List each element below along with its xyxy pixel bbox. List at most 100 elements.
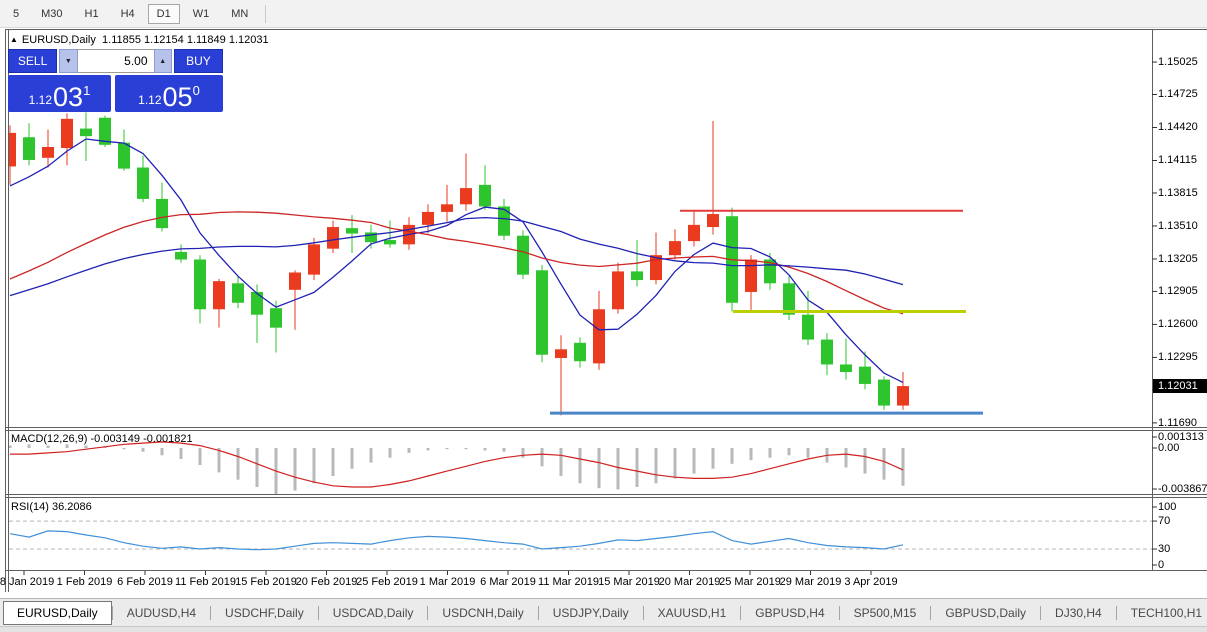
macd-bar: [236, 448, 240, 480]
macd-bar: [540, 448, 544, 467]
macd-bar: [901, 448, 905, 486]
candle-body-up: [308, 244, 320, 275]
candle-body-down: [23, 137, 35, 160]
tab-dj30-h4[interactable]: DJ30,H4: [1041, 601, 1116, 625]
tab-usdcad-daily[interactable]: USDCAD,Daily: [319, 601, 428, 625]
rsi-axis-label: 70: [1158, 515, 1171, 528]
candle-body-down: [878, 379, 890, 406]
candle-body-down: [384, 240, 396, 245]
collapse-triangle-icon: ▲: [10, 35, 18, 44]
macd-bar: [768, 448, 772, 458]
sell-price-prefix: 1.12: [28, 93, 53, 107]
date-axis-label: 1 Feb 2019: [56, 576, 113, 588]
candle-body-up: [213, 281, 225, 310]
trading-terminal: 5 M30 H1 H4 D1 W1 MN ▲ EURUSD,Daily 1.11855 1.1…: [0, 0, 1207, 632]
candle-body-down: [631, 271, 643, 281]
chart-title: ▲ EURUSD,Daily 1.11855 1.12154 1.11849 1.…: [10, 34, 269, 46]
tab-xauusd-h1[interactable]: XAUUSD,H1: [644, 601, 741, 625]
macd-bar: [407, 448, 411, 453]
tab-usdchf-daily[interactable]: USDCHF,Daily: [211, 601, 318, 625]
macd-bar: [483, 448, 487, 451]
volume-input[interactable]: [77, 49, 154, 73]
macd-bar: [692, 448, 696, 474]
candle-body-up: [707, 214, 719, 228]
candle-body-up: [593, 309, 605, 364]
macd-bar: [673, 448, 677, 479]
volume-decrease-button[interactable]: ▼: [59, 49, 78, 73]
candle-body-down: [821, 339, 833, 365]
tab-tech100-h1[interactable]: TECH100,H1: [1117, 601, 1207, 625]
macd-bar: [293, 448, 297, 491]
rsi-axis-label: 100: [1158, 501, 1177, 513]
price-axis-label: 1.13815: [1158, 186, 1198, 199]
date-axis-label: 11 Feb 2019: [175, 576, 236, 588]
price-axis-label: 1.14115: [1158, 154, 1197, 167]
candle-body-down: [479, 184, 491, 207]
macd-bar: [502, 448, 506, 452]
macd-bar: [616, 448, 620, 490]
macd-bar: [711, 448, 715, 469]
tab-usdjpy-daily[interactable]: USDJPY,Daily: [539, 601, 643, 625]
triangle-down-icon: ▼: [64, 57, 72, 65]
candle-body-up: [555, 349, 567, 358]
chart-symbol-period: EURUSD,Daily: [21, 34, 96, 46]
macd-bar: [198, 448, 202, 466]
macd-values: -0.003149 -0.001821: [90, 433, 193, 445]
date-axis-label: 15 Feb 2019: [235, 576, 297, 588]
macd-bar: [597, 448, 601, 489]
one-click-trading-panel: SELL ▼ ▲ BUY 1.12 03 1 1.12 05 0: [8, 49, 223, 112]
macd-bar: [122, 448, 126, 450]
date-axis-label: 15 Mar 2019: [598, 576, 660, 588]
candle-body-down: [346, 228, 358, 234]
tab-eurusd-daily[interactable]: EURUSD,Daily: [3, 601, 112, 625]
tab-gbpusd-daily[interactable]: GBPUSD,Daily: [931, 601, 1040, 625]
candle-body-up: [441, 204, 453, 212]
candle-body-up: [422, 211, 434, 225]
macd-bar: [578, 448, 582, 484]
buy-price-panel[interactable]: 1.12 05 0: [115, 75, 223, 112]
candle-body-down: [517, 235, 529, 275]
tab-usdcnh-daily[interactable]: USDCNH,Daily: [428, 601, 537, 625]
buy-button[interactable]: BUY: [173, 49, 223, 73]
sell-button[interactable]: SELL: [8, 49, 58, 73]
macd-bar: [730, 448, 734, 464]
date-axis-label: 25 Feb 2019: [356, 576, 418, 588]
candle-body-up: [460, 188, 472, 205]
date-axis-label: 25 Mar 2019: [719, 576, 781, 588]
macd-bar: [84, 445, 88, 449]
macd-axis-label: -0.003867: [1158, 483, 1207, 495]
candle-body-down: [536, 270, 548, 355]
tab-gbpusd-h4[interactable]: GBPUSD,H4: [741, 601, 838, 625]
rsi-axis-label: 0: [1158, 559, 1165, 571]
tab-sp500-m15[interactable]: SP500,M15: [840, 601, 931, 625]
sell-price-pip: 1: [83, 83, 91, 98]
candle-body-down: [251, 291, 263, 315]
price-axis-label: 1.12905: [1158, 285, 1198, 298]
candle-body-down: [498, 206, 510, 236]
candle-body-up: [327, 227, 339, 249]
date-axis-label: 6 Mar 2019: [480, 576, 536, 588]
candle-body-down: [574, 342, 586, 362]
rsi-indicator-label: RSI(14) 36.2086: [11, 501, 92, 513]
candle-body-down: [232, 283, 244, 303]
macd-bar: [217, 448, 221, 473]
macd-bar: [521, 448, 525, 458]
macd-bar: [350, 448, 354, 469]
macd-bar: [388, 448, 392, 458]
macd-bar: [445, 448, 449, 450]
date-axis-label: 1 Mar 2019: [419, 576, 476, 588]
date-axis-label: 11 Mar 2019: [538, 576, 599, 588]
candle-body-up: [745, 259, 757, 292]
macd-indicator-label: MACD(12,26,9) -0.003149 -0.001821: [11, 433, 193, 445]
macd-bar: [749, 448, 753, 461]
tab-audusd-h4[interactable]: AUDUSD,H4: [113, 601, 210, 625]
rsi-series: [9, 520, 1152, 551]
macd-bar: [635, 448, 639, 487]
buy-price-big: 05: [162, 82, 193, 112]
macd-bar: [426, 448, 430, 451]
volume-increase-button[interactable]: ▲: [153, 49, 172, 73]
rsi-line: [9, 530, 904, 551]
candle-body-down: [156, 198, 168, 229]
macd-bar: [312, 448, 316, 484]
sell-price-panel[interactable]: 1.12 03 1: [8, 75, 111, 112]
